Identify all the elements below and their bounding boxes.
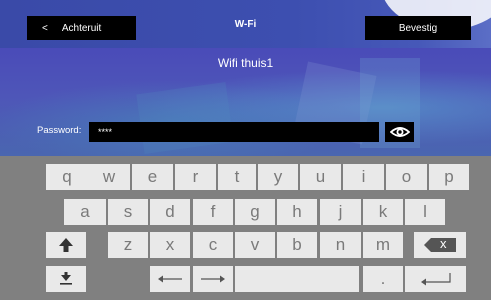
shift-icon — [59, 238, 73, 252]
arrow-right-icon — [201, 275, 225, 283]
key-f[interactable]: f — [193, 199, 233, 225]
key-p[interactable]: p — [429, 164, 469, 190]
key-n[interactable]: n — [320, 232, 361, 258]
key-c[interactable]: c — [193, 232, 233, 258]
key-q[interactable]: q — [46, 164, 88, 190]
cursor-left-key[interactable] — [150, 266, 190, 292]
space-key[interactable] — [235, 266, 359, 292]
key-l[interactable]: l — [405, 199, 445, 225]
cursor-right-key[interactable] — [193, 266, 233, 292]
key-y[interactable]: y — [258, 164, 298, 190]
wifi-password-screen: < Achteruit W-Fi Bevestig Wifi thuis1 Pa… — [0, 0, 491, 300]
key-w[interactable]: w — [88, 164, 130, 190]
arrow-left-icon — [158, 275, 182, 283]
confirm-button[interactable]: Bevestig — [365, 16, 471, 40]
key-x[interactable]: x — [150, 232, 190, 258]
key-e[interactable]: e — [132, 164, 173, 190]
key-o[interactable]: o — [386, 164, 427, 190]
confirm-button-label: Bevestig — [398, 22, 438, 34]
key-t[interactable]: t — [218, 164, 256, 190]
key-r[interactable]: r — [175, 164, 216, 190]
key-j[interactable]: j — [320, 199, 361, 225]
network-name: Wifi thuis1 — [217, 56, 274, 70]
shift-key[interactable] — [46, 232, 86, 258]
hide-keyboard-key[interactable] — [46, 266, 86, 292]
key-i[interactable]: i — [343, 164, 384, 190]
key-u[interactable]: u — [300, 164, 341, 190]
key-k[interactable]: k — [363, 199, 403, 225]
password-label: Password: — [37, 125, 82, 136]
on-screen-keyboard: q w e r t y u i o p a s d f g h j k l z … — [0, 156, 491, 300]
hide-keyboard-icon — [60, 272, 72, 285]
key-h[interactable]: h — [277, 199, 317, 225]
enter-icon — [420, 273, 451, 286]
key-v[interactable]: v — [235, 232, 275, 258]
key-g[interactable]: g — [235, 199, 275, 225]
key-period[interactable]: . — [363, 266, 403, 292]
header-bar: < Achteruit W-Fi Bevestig — [0, 0, 491, 48]
key-m[interactable]: m — [363, 232, 403, 258]
backspace-label: x — [440, 236, 447, 251]
key-a[interactable]: a — [64, 199, 106, 225]
enter-key[interactable] — [405, 266, 466, 292]
key-s[interactable]: s — [108, 199, 148, 225]
eye-icon — [389, 127, 410, 137]
key-d[interactable]: d — [150, 199, 190, 225]
key-b[interactable]: b — [277, 232, 317, 258]
key-z[interactable]: z — [108, 232, 148, 258]
show-password-button[interactable] — [385, 122, 414, 142]
backspace-key[interactable]: x — [414, 232, 466, 258]
password-input[interactable]: **** — [89, 122, 379, 142]
